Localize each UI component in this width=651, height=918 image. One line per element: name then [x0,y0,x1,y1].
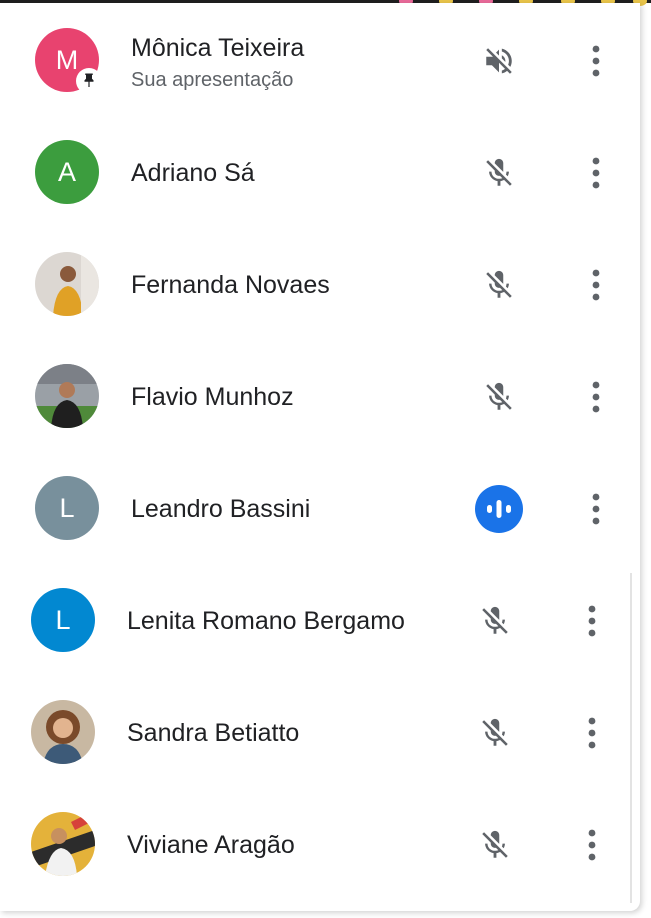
participant-row[interactable]: Viviane Aragão [0,787,640,899]
more-vert-icon[interactable] [576,37,616,85]
speaker-muted-icon[interactable] [475,37,523,85]
more-vert-icon[interactable] [576,373,616,421]
participant-row[interactable]: L Lenita Romano Bergamo [0,563,640,675]
participant-name: Sandra Betiatto [127,719,300,747]
mic-off-icon[interactable] [471,597,519,645]
participant-row[interactable]: M Mônica Teixeira Sua apresentação [0,3,640,115]
avatar [35,252,99,316]
more-vert-icon[interactable] [572,821,612,869]
mic-off-icon[interactable] [471,709,519,757]
participant-name: Adriano Sá [131,159,255,187]
more-vert-icon[interactable] [576,149,616,197]
audio-level-icon [475,485,523,533]
more-vert-icon[interactable] [576,485,616,533]
participant-subtitle: Sua apresentação [131,69,294,91]
more-vert-icon[interactable] [576,261,616,309]
pin-icon [76,68,102,94]
avatar-initial: A [57,156,76,187]
avatar: A [35,140,99,204]
participant-row[interactable]: Sandra Betiatto [0,675,640,787]
participants-panel: M Mônica Teixeira Sua apresentação A Adr… [0,3,640,911]
participant-name: Leandro Bassini [131,495,311,523]
avatar [31,812,95,876]
avatar [31,700,95,764]
participant-name: Flavio Munhoz [131,383,294,411]
participant-name: Lenita Romano Bergamo [127,607,405,635]
avatar [35,364,99,428]
mic-off-icon[interactable] [475,373,523,421]
participant-row[interactable]: Fernanda Novaes [0,227,640,339]
avatar-initial: M [55,44,79,75]
participant-name: Mônica Teixeira [131,34,305,62]
participant-row[interactable]: L Leandro Bassini [0,451,640,563]
more-vert-icon[interactable] [572,709,612,757]
participant-name: Viviane Aragão [127,831,295,859]
mic-off-icon[interactable] [475,149,523,197]
avatar: L [35,476,99,540]
mic-off-icon[interactable] [471,821,519,869]
participant-row[interactable]: Flavio Munhoz [0,339,640,451]
avatar-initial: L [59,492,75,523]
more-vert-icon[interactable] [572,597,612,645]
participant-row[interactable]: A Adriano Sá [0,115,640,227]
mic-off-icon[interactable] [475,261,523,309]
avatar-initial: L [55,604,71,635]
participant-name: Fernanda Novaes [131,271,330,299]
avatar: L [31,588,95,652]
